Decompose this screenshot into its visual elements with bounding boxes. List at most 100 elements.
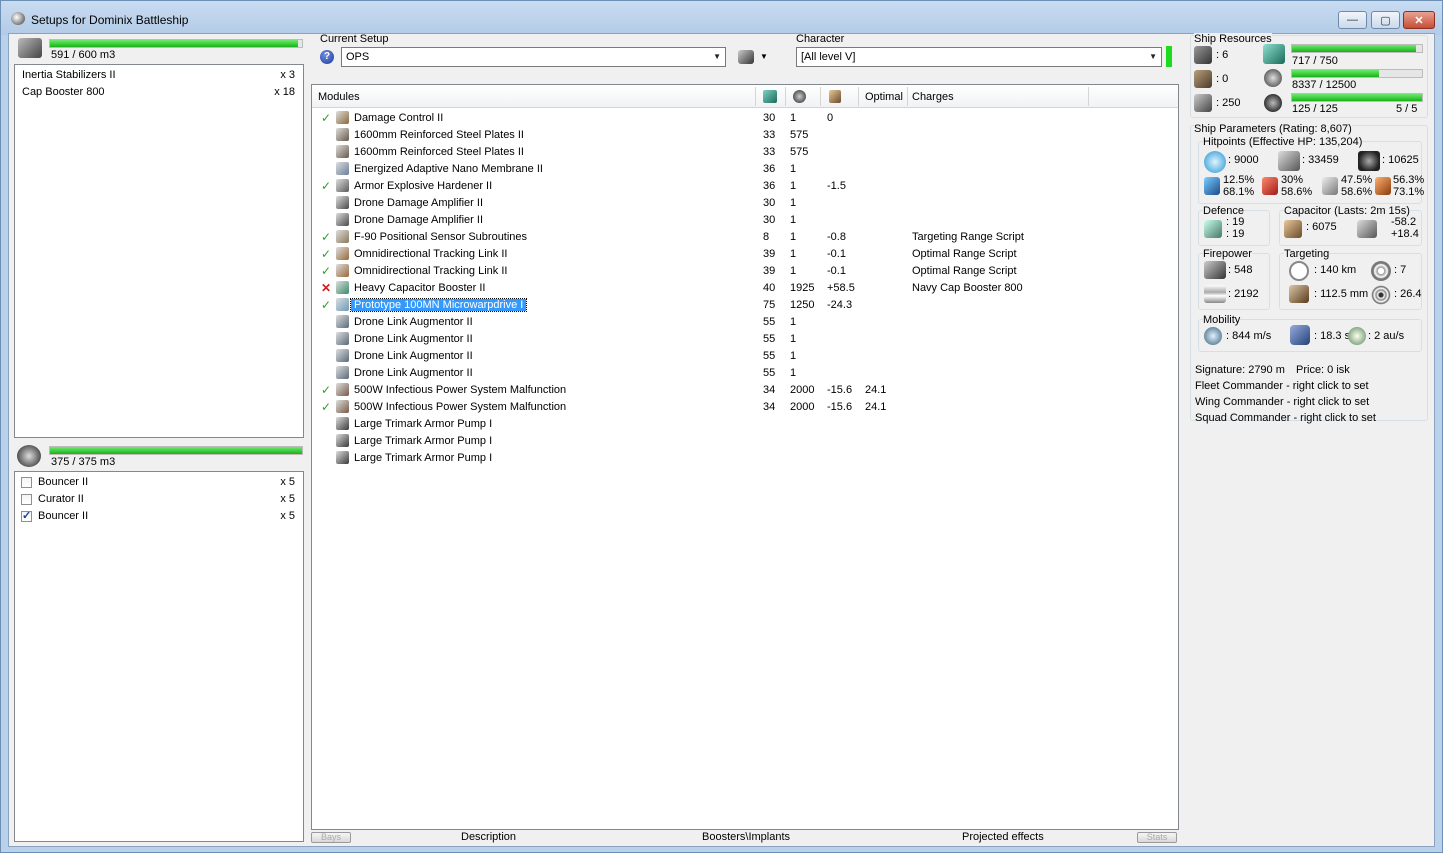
module-online-check-icon[interactable]: ✓ (321, 298, 331, 312)
squad-commander[interactable]: Squad Commander - right click to set (1195, 412, 1376, 424)
module-online-check-icon[interactable]: ✓ (321, 247, 331, 261)
col-modules[interactable]: Modules (318, 91, 360, 103)
shield-icon (1204, 151, 1226, 173)
cpu-icon[interactable] (763, 90, 777, 103)
powergrid-icon[interactable] (793, 90, 806, 103)
module-row[interactable]: Energized Adaptive Nano Membrane II 36 1 (312, 161, 1178, 178)
warp-speed: : 2 au/s (1368, 330, 1405, 342)
character-select[interactable]: [All level V] ▼ (796, 47, 1162, 67)
module-powergrid: 1 (790, 333, 797, 345)
module-offline-x-icon[interactable]: ✕ (321, 281, 331, 295)
module-icon (336, 179, 349, 192)
stats-tab[interactable]: Stats (1137, 832, 1177, 843)
ship-menu-icon[interactable] (738, 50, 754, 64)
module-icon (336, 264, 349, 277)
module-online-check-icon[interactable]: ✓ (321, 264, 331, 278)
drone-bay-icon (17, 445, 41, 467)
module-row[interactable]: ✓ 500W Infectious Power System Malfunctio… (312, 382, 1178, 399)
module-row[interactable]: 1600mm Reinforced Steel Plates II 33 575 (312, 144, 1178, 161)
wing-commander[interactable]: Wing Commander - right click to set (1195, 396, 1369, 408)
launcher-slots: : 0 (1216, 73, 1229, 85)
module-icon (336, 162, 349, 175)
module-row[interactable]: Drone Damage Amplifier II 30 1 (312, 195, 1178, 212)
dps-icon (1204, 261, 1226, 279)
setup-select-value: OPS (346, 51, 370, 63)
drone-item[interactable]: Bouncer II x 5 (15, 508, 303, 525)
ship-parameters-title: Ship Parameters (Rating: 8,607) (1194, 123, 1352, 135)
module-row[interactable]: ✓ Prototype 100MN Microwarpdrive I 75 1250-… (312, 297, 1178, 314)
window-title: Setups for Dominix Battleship (31, 13, 189, 27)
module-row[interactable]: ✓ Omnidirectional Tracking Link II 39 1 -0.1… (312, 263, 1178, 280)
module-powergrid: 1 (790, 350, 797, 362)
setup-select[interactable]: OPS ▼ (341, 47, 726, 67)
drone-item[interactable]: Curator II x 5 (15, 491, 303, 508)
armor-hp: : 33459 (1302, 154, 1339, 166)
module-row[interactable]: Large Trimark Armor Pump I (312, 433, 1178, 450)
powergrid-usage: 8337 / 12500 (1292, 79, 1357, 91)
minimize-button[interactable]: — (1338, 11, 1367, 29)
cargo-icon (18, 38, 42, 58)
shield-hp: : 9000 (1228, 154, 1259, 166)
module-row[interactable]: Drone Link Augmentor II 55 1 (312, 331, 1178, 348)
module-name: 500W Infectious Power System Malfunction (354, 401, 567, 413)
module-row[interactable]: Drone Link Augmentor II 55 1 (312, 348, 1178, 365)
ship-menu-chevron-icon[interactable]: ▼ (760, 52, 768, 61)
tab-description[interactable]: Description (461, 831, 516, 843)
module-optimal: 24.1 (865, 384, 887, 396)
module-row[interactable]: ✓ F-90 Positional Sensor Subroutines 8 1 -0.… (312, 229, 1178, 246)
bandwidth-usage: 125 / 125 (1292, 103, 1338, 115)
module-row[interactable]: Drone Link Augmentor II 55 1 (312, 365, 1178, 382)
module-row[interactable]: Drone Damage Amplifier II 30 1 (312, 212, 1178, 229)
module-capacitor: +58.5 (827, 282, 855, 294)
module-row[interactable]: Large Trimark Armor Pump I (312, 416, 1178, 433)
modules-table[interactable]: Modules Optimal Charges ✓ Damage Control … (311, 84, 1179, 830)
fleet-commander[interactable]: Fleet Commander - right click to set (1195, 380, 1369, 392)
cargo-list[interactable]: Inertia Stabilizers II x 3 Cap Booster 800… (14, 64, 304, 438)
module-online-check-icon[interactable]: ✓ (321, 111, 331, 125)
help-icon[interactable]: ? (320, 50, 334, 64)
module-name: Energized Adaptive Nano Membrane II (354, 163, 543, 175)
module-row[interactable]: ✓ Armor Explosive Hardener II 36 1 -1.5 (312, 178, 1178, 195)
drone-item-qty: x 5 (280, 510, 295, 522)
module-row[interactable]: ✓ 500W Infectious Power System Malfunctio… (312, 399, 1178, 416)
module-row[interactable]: Large Trimark Armor Pump I (312, 450, 1178, 467)
module-online-check-icon[interactable]: ✓ (321, 383, 331, 397)
title-bar[interactable]: Setups for Dominix Battleship — ▢ ✕ (1, 1, 1442, 35)
cargo-item[interactable]: Cap Booster 800 x 18 (15, 84, 303, 101)
module-row[interactable]: ✕ Heavy Capacitor Booster II 40 1925 +58.5 Na… (312, 280, 1178, 297)
powergrid-bar-fill (1292, 70, 1379, 77)
drone-list[interactable]: Bouncer II x 5 Curator II x 5 Bouncer II x 5 (14, 471, 304, 842)
tab-boosters-implants[interactable]: Boosters\Implants (702, 831, 790, 843)
bays-tab[interactable]: Bays (311, 832, 351, 843)
cargo-bar-fill (50, 40, 299, 47)
current-setup-label: Current Setup (320, 33, 389, 45)
module-cpu: 75 (763, 299, 776, 311)
drone-active-checkbox[interactable] (21, 494, 32, 505)
align-time-icon (1290, 325, 1310, 345)
close-button[interactable]: ✕ (1403, 11, 1435, 29)
module-row[interactable]: ✓ Omnidirectional Tracking Link II 39 1 -0.1… (312, 246, 1178, 263)
drone-active-checkbox[interactable] (21, 509, 32, 522)
module-online-check-icon[interactable]: ✓ (321, 179, 331, 193)
drone-bay-size: : 250 (1216, 97, 1241, 109)
col-charges[interactable]: Charges (912, 91, 954, 103)
module-cpu: 34 (763, 384, 776, 396)
module-row[interactable]: Drone Link Augmentor II 55 1 (312, 314, 1178, 331)
module-row[interactable]: ✓ Damage Control II 30 1 0 (312, 110, 1178, 127)
drone-item[interactable]: Bouncer II x 5 (15, 474, 303, 491)
module-cpu: 55 (763, 367, 776, 379)
module-name: Drone Link Augmentor II (354, 316, 473, 328)
drone-active-checkbox[interactable] (21, 477, 32, 488)
module-name: Omnidirectional Tracking Link II (354, 265, 508, 277)
module-row[interactable]: 1600mm Reinforced Steel Plates II 33 575 (312, 127, 1178, 144)
module-online-check-icon[interactable]: ✓ (321, 230, 331, 244)
capacitor-icon[interactable] (829, 90, 841, 103)
em-resist-icon (1204, 177, 1220, 195)
module-online-check-icon[interactable]: ✓ (321, 400, 331, 414)
col-optimal[interactable]: Optimal (865, 91, 903, 103)
kinetic-resist-icon (1322, 177, 1338, 195)
cargo-item[interactable]: Inertia Stabilizers II x 3 (15, 67, 303, 84)
maximize-button[interactable]: ▢ (1371, 11, 1400, 29)
tab-projected-effects[interactable]: Projected effects (962, 831, 1044, 843)
active-drones: 5 / 5 (1396, 103, 1418, 115)
